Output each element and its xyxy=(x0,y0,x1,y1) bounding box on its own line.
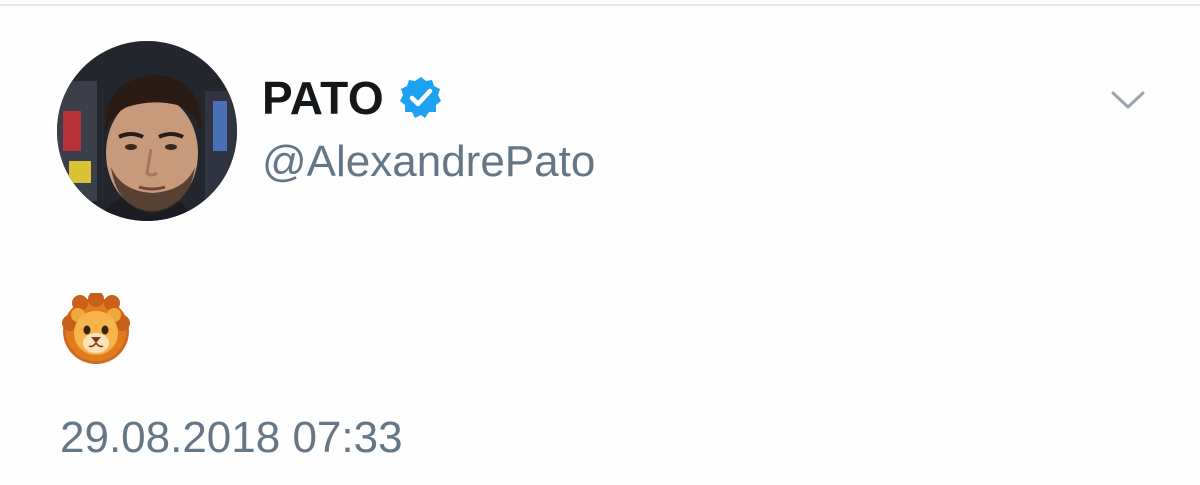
display-name-row: PATO xyxy=(262,70,444,126)
tweet-text xyxy=(60,291,132,365)
timestamp[interactable]: 29.08.2018 07:33 xyxy=(60,410,403,466)
handle[interactable]: @AlexandrePato xyxy=(262,134,595,190)
avatar-photo xyxy=(57,41,237,221)
lion-face-emoji xyxy=(62,291,130,364)
avatar[interactable] xyxy=(57,41,237,221)
verified-badge-icon xyxy=(398,75,444,121)
display-name[interactable]: PATO xyxy=(262,70,384,126)
chevron-down-icon[interactable] xyxy=(1110,88,1146,112)
tweet-card: PATO @AlexandrePato 29.08.2018 07:33 xyxy=(0,0,1200,485)
